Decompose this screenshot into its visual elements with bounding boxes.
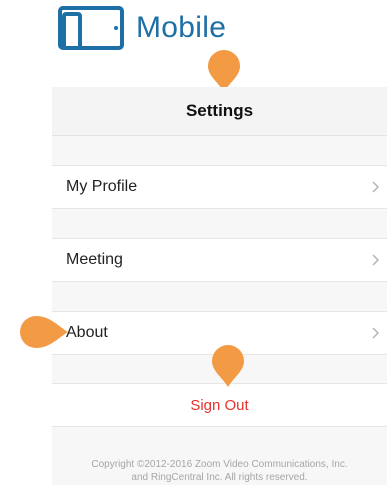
chevron-right-icon (372, 327, 380, 339)
menu-item-meeting[interactable]: Meeting (52, 238, 387, 282)
brand-logo: Mobile (58, 6, 226, 50)
chevron-right-icon (372, 254, 380, 266)
copyright-line: Copyright ©2012-2016 Zoom Video Communic… (91, 459, 348, 470)
annotation-pin-icon (212, 345, 244, 387)
copyright-notice: Copyright ©2012-2016 Zoom Video Communic… (52, 458, 387, 484)
section-gap (52, 209, 387, 238)
brand-name: Mobile (136, 11, 227, 44)
section-gap (52, 282, 387, 311)
tablet-phone-icon (58, 6, 124, 50)
annotation-pin-icon (20, 316, 68, 348)
menu-item-label: Meeting (66, 251, 123, 268)
menu-item-label: My Profile (66, 178, 138, 195)
chevron-right-icon (372, 181, 380, 193)
page-title: Settings (52, 87, 387, 136)
menu-item-my-profile[interactable]: My Profile (52, 165, 387, 209)
copyright-line: and RingCentral Inc. All rights reserved… (131, 472, 308, 483)
menu-item-label: About (66, 324, 108, 341)
sign-out-button[interactable]: Sign Out (52, 383, 387, 427)
section-gap (52, 136, 387, 165)
